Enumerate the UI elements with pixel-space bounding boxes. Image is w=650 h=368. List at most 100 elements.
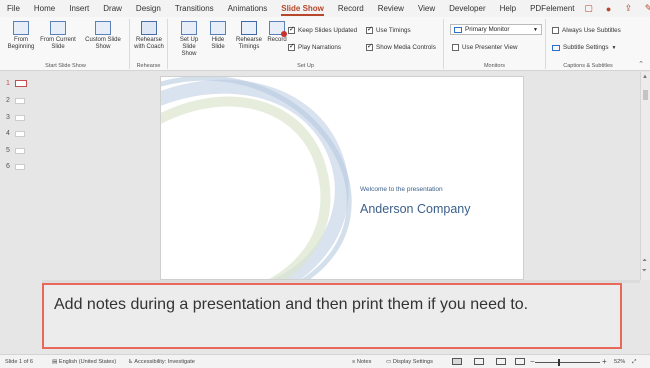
chevron-down-icon: ▼ bbox=[533, 26, 538, 33]
use-presenter-view-checkbox[interactable]: Use Presenter View bbox=[452, 44, 518, 51]
tab-record[interactable]: Record bbox=[331, 0, 371, 17]
slide-preview bbox=[14, 147, 25, 154]
from-beginning-button[interactable]: From Beginning bbox=[4, 21, 38, 51]
record-slide-icon bbox=[269, 21, 287, 37]
slide-preview bbox=[14, 130, 25, 137]
tab-file[interactable]: File bbox=[0, 0, 27, 17]
custom-show-icon bbox=[95, 21, 111, 35]
play-narrations-checkbox[interactable]: Play Narrations bbox=[288, 42, 341, 51]
slide-sorter-view-icon[interactable] bbox=[474, 358, 484, 365]
coach-icon bbox=[141, 21, 157, 35]
thumbnail-slide-4[interactable]: 4 bbox=[6, 130, 25, 137]
tab-help[interactable]: Help bbox=[493, 0, 523, 17]
group-label-setup: Set Up bbox=[297, 63, 314, 69]
setup-show-icon bbox=[181, 21, 197, 35]
subtitle-icon bbox=[552, 44, 560, 51]
hide-slide-button[interactable]: Hide Slide bbox=[206, 21, 230, 51]
tab-design[interactable]: Design bbox=[129, 0, 168, 17]
thumbnail-slide-2[interactable]: 2 bbox=[6, 97, 25, 104]
reading-view-icon[interactable] bbox=[496, 358, 506, 365]
tab-animations[interactable]: Animations bbox=[221, 0, 275, 17]
notes-text[interactable]: Add notes during a presentation and then… bbox=[54, 296, 528, 314]
record-button[interactable]: Record bbox=[264, 21, 290, 44]
group-setup: Set Up Slide Show Hide Slide Rehearse Ti… bbox=[168, 19, 444, 69]
slide-title[interactable]: Anderson Company bbox=[360, 202, 470, 216]
always-use-subtitles-checkbox[interactable]: Always Use Subtitles bbox=[552, 27, 621, 34]
tab-slide-show[interactable]: Slide Show bbox=[274, 0, 331, 17]
rehearse-with-coach-button[interactable]: Rehearse with Coach bbox=[131, 21, 167, 51]
setup-slide-show-button[interactable]: Set Up Slide Show bbox=[174, 21, 204, 58]
checkbox-checked-icon bbox=[366, 25, 373, 34]
slide-thumbnails-pane: 1 2 3 4 5 6 bbox=[0, 72, 42, 280]
slide-preview bbox=[14, 114, 25, 121]
zoom-slider-thumb[interactable] bbox=[558, 359, 560, 366]
thumbnail-slide-1[interactable]: 1 bbox=[6, 80, 27, 87]
group-label-captions: Captions & Subtitles bbox=[563, 63, 613, 69]
chevron-down-icon: ▼ bbox=[611, 44, 617, 51]
scrollbar-thumb[interactable] bbox=[643, 90, 648, 100]
show-media-controls-checkbox[interactable]: Show Media Controls bbox=[366, 42, 436, 51]
accessibility-status[interactable]: ♿ Accessibility: Investigate bbox=[128, 359, 195, 365]
subtitle-settings-dropdown[interactable]: Subtitle Settings ▼ bbox=[552, 44, 616, 51]
custom-slide-show-button[interactable]: Custom Slide Show bbox=[82, 21, 124, 51]
tab-view[interactable]: View bbox=[411, 0, 442, 17]
slide-canvas[interactable]: Welcome to the presentation Anderson Com… bbox=[160, 76, 524, 280]
slide-show-view-icon[interactable] bbox=[515, 358, 525, 365]
fit-to-window-icon[interactable]: ⤢ bbox=[632, 359, 636, 366]
slide-background-swoosh bbox=[161, 77, 352, 279]
slide-preview bbox=[14, 80, 27, 87]
timings-icon bbox=[241, 21, 257, 35]
slide-subtitle[interactable]: Welcome to the presentation bbox=[360, 186, 443, 193]
checkbox-unchecked-icon bbox=[452, 44, 459, 51]
zoom-level[interactable]: 52% bbox=[614, 359, 625, 365]
tab-pdfelement[interactable]: PDFelement bbox=[523, 0, 581, 17]
group-start-slide-show: From Beginning From Current Slide Custom… bbox=[2, 19, 130, 69]
zoom-in-icon[interactable]: + bbox=[602, 357, 607, 366]
keep-slides-updated-checkbox[interactable]: Keep Slides Updated bbox=[288, 25, 357, 34]
tab-draw[interactable]: Draw bbox=[96, 0, 129, 17]
thumbnail-slide-5[interactable]: 5 bbox=[6, 147, 25, 154]
slide-preview bbox=[14, 97, 25, 104]
ribbon: From Beginning From Current Slide Custom… bbox=[0, 17, 650, 71]
next-slide-icon[interactable]: ⏷ bbox=[642, 268, 647, 275]
editor-icon[interactable]: ✎ bbox=[642, 3, 650, 14]
group-label-start: Start Slide Show bbox=[45, 63, 86, 69]
group-label-monitors: Monitors bbox=[483, 63, 506, 69]
hide-slide-icon bbox=[210, 21, 226, 35]
title-icons: ▢ ● ⇪ ✎ bbox=[582, 3, 650, 14]
share-icon[interactable]: ⇪ bbox=[622, 3, 636, 14]
checkbox-checked-icon bbox=[288, 42, 295, 51]
group-rehearse: Rehearse with Coach Rehearse bbox=[130, 19, 168, 69]
tab-insert[interactable]: Insert bbox=[62, 0, 96, 17]
group-monitors: Primary Monitor ▼ Use Presenter View Mon… bbox=[444, 19, 546, 69]
from-current-slide-button[interactable]: From Current Slide bbox=[38, 21, 78, 51]
status-bar: Slide 1 of 6 ▤ English (United States) ♿… bbox=[0, 354, 650, 368]
comments-icon[interactable]: ▢ bbox=[582, 3, 596, 14]
collapse-ribbon-icon[interactable]: ⌃ bbox=[638, 60, 644, 68]
previous-slide-icon[interactable]: ⏶ bbox=[642, 258, 647, 265]
tab-home[interactable]: Home bbox=[27, 0, 62, 17]
checkbox-unchecked-icon bbox=[552, 27, 559, 34]
zoom-slider[interactable] bbox=[535, 362, 600, 363]
notes-toggle-button[interactable]: ≡ Notes bbox=[352, 359, 371, 365]
slideshow-current-icon bbox=[50, 21, 66, 35]
display-settings-button[interactable]: ▭ Display Settings bbox=[386, 359, 433, 365]
thumbnail-slide-3[interactable]: 3 bbox=[6, 114, 25, 121]
group-label-rehearse: Rehearse bbox=[136, 63, 161, 69]
proofing-icon: ▤ bbox=[52, 359, 59, 365]
rehearse-timings-button[interactable]: Rehearse Timings bbox=[232, 21, 266, 51]
record-icon[interactable]: ● bbox=[602, 4, 616, 14]
display-icon: ▭ bbox=[386, 359, 393, 365]
monitor-select[interactable]: Primary Monitor ▼ bbox=[450, 24, 542, 35]
scroll-up-icon[interactable]: ▲ bbox=[642, 74, 648, 80]
language-indicator[interactable]: ▤ English (United States) bbox=[52, 359, 116, 365]
notes-pane[interactable]: Add notes during a presentation and then… bbox=[42, 283, 622, 349]
zoom-out-icon[interactable]: − bbox=[530, 357, 535, 366]
tab-transitions[interactable]: Transitions bbox=[168, 0, 221, 17]
vertical-scrollbar[interactable]: ▲ ⏶ ⏷ bbox=[640, 72, 650, 280]
tab-review[interactable]: Review bbox=[371, 0, 411, 17]
normal-view-icon[interactable] bbox=[452, 358, 462, 365]
use-timings-checkbox[interactable]: Use Timings bbox=[366, 25, 411, 34]
tab-developer[interactable]: Developer bbox=[442, 0, 492, 17]
thumbnail-slide-6[interactable]: 6 bbox=[6, 163, 25, 170]
